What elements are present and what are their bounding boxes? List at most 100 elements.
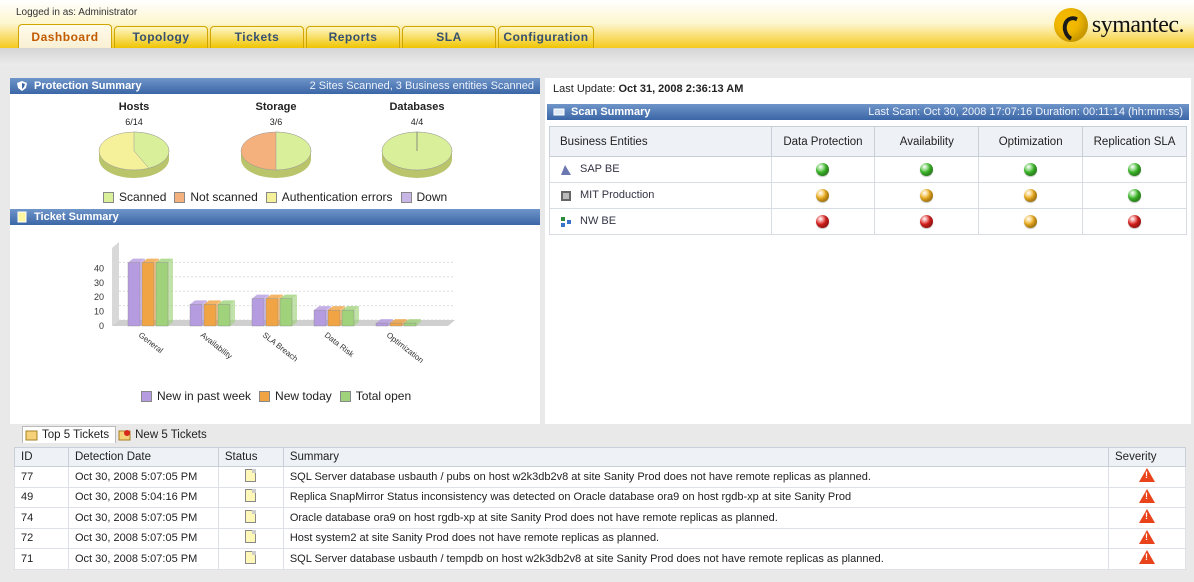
tab-top-5-tickets[interactable]: Top 5 Tickets (22, 426, 117, 443)
legend-label: New today (275, 389, 332, 403)
col-optimization: Optimization (978, 126, 1084, 157)
tab-configuration[interactable]: Configuration (498, 26, 594, 48)
bar (265, 298, 279, 327)
tab-dashboard[interactable]: Dashboard (18, 24, 112, 48)
y-tick-label: 40 (94, 263, 104, 273)
business-entity-cell[interactable]: SAP BE (549, 156, 772, 183)
storage-pie-chart: Storage 3/6 (226, 101, 326, 181)
business-entity-name: MIT Production (580, 189, 655, 202)
warning-icon (1139, 550, 1155, 565)
scan-summary-title: Scan Summary (571, 106, 651, 118)
tab-reports[interactable]: Reports (306, 26, 400, 48)
pie-title: Databases (389, 101, 445, 113)
status-indicator (1024, 163, 1038, 176)
table-row[interactable]: 72 Oct 30, 2008 5:07:05 PM Host system2 … (14, 527, 1186, 549)
ticket-status (217, 507, 284, 529)
x-tick-label: SLA Breach (261, 330, 300, 363)
ticket-summary: SQL Server database usbauth / pubs on ho… (282, 466, 1110, 488)
status-indicator (920, 163, 934, 176)
col-severity[interactable]: Severity (1108, 447, 1186, 467)
status-indicator (816, 163, 830, 176)
legend-swatch (259, 390, 271, 402)
bar-side (230, 300, 235, 326)
business-entity-cell[interactable]: MIT Production (549, 182, 772, 209)
protection-summary-header: Protection Summary 2 Sites Scanned, 3 Bu… (10, 78, 540, 94)
ticket-summary: SQL Server database usbauth / tempdb on … (282, 548, 1110, 570)
legend-label: Scanned (119, 190, 167, 204)
ticket-status (217, 466, 284, 488)
status-indicator (1024, 215, 1038, 228)
ticket-severity (1108, 548, 1186, 570)
scan-summary-header: Scan Summary Last Scan: Oct 30, 2008 17:… (547, 104, 1189, 120)
table-row[interactable]: 49 Oct 30, 2008 5:04:16 PM Replica SnapM… (14, 486, 1186, 508)
table-row[interactable]: MIT Production (549, 182, 1187, 209)
status-indicator (1024, 189, 1038, 202)
legend-label: New in past week (157, 389, 252, 403)
table-row[interactable]: 77 Oct 30, 2008 5:07:05 PM SQL Server da… (14, 466, 1186, 488)
y-tick-label: 30 (94, 278, 104, 288)
protection-legend: Scanned Not scanned Authentication error… (103, 190, 455, 204)
ticket-date: Oct 30, 2008 5:07:05 PM (67, 548, 219, 570)
status-cell (978, 208, 1084, 235)
legend-item-new-past-week: New in past week (141, 389, 251, 403)
warning-icon (1139, 488, 1155, 503)
col-detection-date[interactable]: Detection Date (67, 447, 219, 467)
y-tick-label: 10 (94, 307, 104, 317)
tab-topology[interactable]: Topology (114, 26, 208, 48)
table-row[interactable]: 71 Oct 30, 2008 5:07:05 PM SQL Server da… (14, 548, 1186, 570)
brand-name: symantec. (1091, 11, 1185, 38)
tickets-icon (25, 430, 38, 441)
bar-side (292, 294, 297, 326)
sap-be-icon (561, 164, 571, 175)
tab-label: New 5 Tickets (135, 428, 207, 441)
col-id[interactable]: ID (14, 447, 69, 467)
col-replication-sla: Replication SLA (1082, 126, 1187, 157)
ticket-bar-chart: 0 10 20 30 40 General Availability SLA Breach Da… (94, 242, 455, 365)
col-summary[interactable]: Summary (282, 447, 1110, 467)
status-indicator (816, 215, 830, 228)
legend-label: Down (416, 190, 448, 204)
status-cell (770, 182, 876, 209)
table-row[interactable]: SAP BE (549, 156, 1187, 183)
table-row[interactable]: 74 Oct 30, 2008 5:07:05 PM Oracle databa… (14, 507, 1186, 529)
status-indicator (920, 215, 934, 228)
ticket-id: 74 (14, 507, 69, 529)
pie-graphic (381, 131, 453, 178)
ticket-summary: Oracle database ora9 on host rgdb-xp at … (282, 507, 1110, 529)
tab-tickets[interactable]: Tickets (210, 26, 304, 48)
status-cell (874, 182, 980, 209)
col-status[interactable]: Status (217, 447, 284, 467)
x-tick-label: Optimization (385, 330, 426, 364)
tab-new-5-tickets[interactable]: New 5 Tickets (116, 426, 213, 443)
status-cell (1082, 208, 1187, 235)
status-cell (1082, 156, 1187, 183)
ticket-id: 77 (14, 466, 69, 488)
table-header-row: ID Detection Date Status Summary Severit… (14, 447, 1186, 467)
table-row[interactable]: NW BE (549, 208, 1187, 235)
hosts-pie-chart: Hosts 6/14 (84, 101, 184, 181)
status-indicator (920, 189, 934, 202)
bar (389, 322, 403, 327)
ticket-severity (1108, 466, 1186, 488)
legend-item-scanned: Scanned (103, 190, 166, 204)
mit-production-icon (561, 190, 571, 201)
tab-sla[interactable]: SLA (402, 26, 496, 48)
bar (313, 309, 327, 327)
business-entity-cell[interactable]: NW BE (549, 208, 772, 235)
status-cell (1082, 182, 1187, 209)
status-indicator (1128, 163, 1142, 176)
bar (217, 304, 231, 327)
bar (375, 322, 389, 327)
bar (403, 322, 417, 327)
document-icon (245, 489, 257, 503)
pie-count: 4/4 (410, 117, 424, 127)
status-cell (874, 208, 980, 235)
ticket-summary: Replica SnapMirror Status inconsistency … (282, 486, 1110, 508)
new-tickets-icon (118, 429, 131, 440)
col-business-entities: Business Entities (549, 126, 772, 157)
ticket-severity (1108, 527, 1186, 549)
bar (141, 262, 155, 327)
y-tick-label: 20 (94, 292, 104, 302)
pie-graphic (240, 131, 312, 178)
legend-swatch (339, 390, 351, 402)
